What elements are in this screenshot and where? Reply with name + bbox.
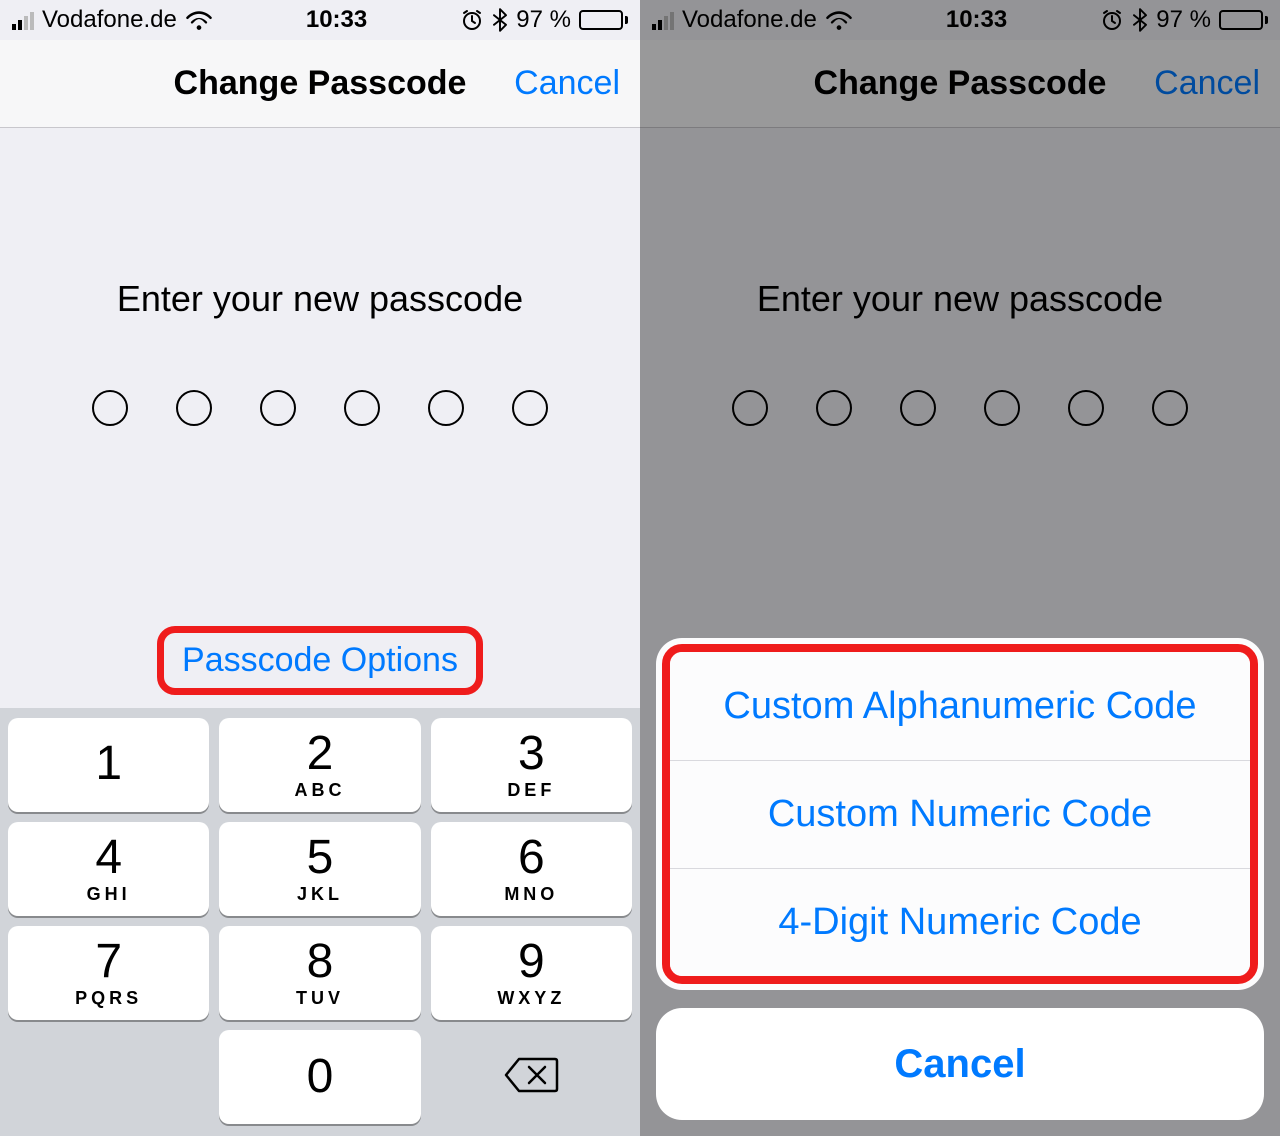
action-sheet: Custom Alphanumeric Code Custom Numeric … bbox=[656, 638, 1264, 1120]
option-4digit-numeric[interactable]: 4-Digit Numeric Code bbox=[670, 868, 1250, 976]
battery-icon bbox=[579, 10, 628, 30]
page-title: Change Passcode bbox=[174, 64, 467, 103]
passcode-dot bbox=[428, 390, 464, 426]
screen-right: Vodafone.de 10:33 97 % bbox=[640, 0, 1280, 1136]
key-6[interactable]: 6 MNO bbox=[431, 822, 632, 916]
sheet-options-group: Custom Alphanumeric Code Custom Numeric … bbox=[656, 638, 1264, 990]
sheet-cancel-button[interactable]: Cancel bbox=[656, 1008, 1264, 1120]
key-0[interactable]: 0 bbox=[219, 1030, 420, 1124]
key-5[interactable]: 5 JKL bbox=[219, 822, 420, 916]
key-3[interactable]: 3 DEF bbox=[431, 718, 632, 812]
key-2[interactable]: 2 ABC bbox=[219, 718, 420, 812]
passcode-dot bbox=[92, 390, 128, 426]
option-custom-alphanumeric[interactable]: Custom Alphanumeric Code bbox=[670, 652, 1250, 760]
passcode-dot bbox=[176, 390, 212, 426]
key-empty bbox=[8, 1030, 209, 1124]
backspace-icon bbox=[503, 1055, 559, 1100]
options-highlight: Custom Alphanumeric Code Custom Numeric … bbox=[662, 644, 1258, 984]
key-8[interactable]: 8 TUV bbox=[219, 926, 420, 1020]
passcode-dots bbox=[0, 390, 640, 426]
status-bar: Vodafone.de 10:33 97 % bbox=[0, 0, 640, 40]
passcode-options-button[interactable]: Passcode Options bbox=[157, 626, 483, 695]
status-time: 10:33 bbox=[213, 6, 460, 34]
passcode-dot bbox=[344, 390, 380, 426]
key-delete[interactable] bbox=[431, 1030, 632, 1124]
passcode-dot bbox=[512, 390, 548, 426]
battery-pct: 97 % bbox=[516, 6, 571, 34]
prompt-area: Enter your new passcode Passcode Options bbox=[0, 128, 640, 695]
key-4[interactable]: 4 GHI bbox=[8, 822, 209, 916]
numeric-keypad: 1 2 ABC 3 DEF 4 GHI 5 J bbox=[0, 708, 640, 1136]
option-custom-numeric[interactable]: Custom Numeric Code bbox=[670, 760, 1250, 868]
nav-bar: Change Passcode Cancel bbox=[0, 40, 640, 128]
key-9[interactable]: 9 WXYZ bbox=[431, 926, 632, 1020]
bluetooth-icon bbox=[492, 8, 508, 32]
key-7[interactable]: 7 PQRS bbox=[8, 926, 209, 1020]
signal-icon bbox=[12, 10, 34, 30]
screen-left: Vodafone.de 10:33 97 % bbox=[0, 0, 640, 1136]
key-1[interactable]: 1 bbox=[8, 718, 209, 812]
prompt-text: Enter your new passcode bbox=[0, 278, 640, 320]
wifi-icon bbox=[185, 9, 213, 31]
passcode-dot bbox=[260, 390, 296, 426]
cancel-button[interactable]: Cancel bbox=[514, 64, 620, 103]
alarm-icon bbox=[460, 8, 484, 32]
carrier-label: Vodafone.de bbox=[42, 6, 177, 34]
